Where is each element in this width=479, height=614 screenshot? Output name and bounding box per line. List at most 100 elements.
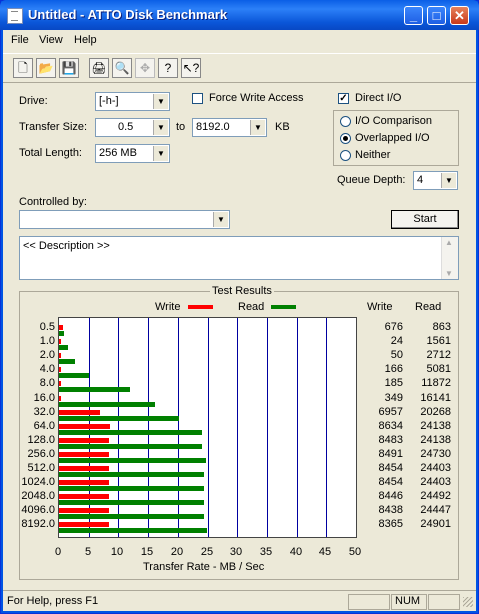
total-length-label: Total Length:: [19, 147, 82, 159]
read-bar: [59, 457, 206, 463]
description-text: << Description >>: [23, 240, 110, 252]
write-bar: [59, 437, 110, 443]
chevron-down-icon[interactable]: ▼: [441, 173, 456, 188]
chevron-down-icon[interactable]: ▼: [250, 120, 265, 135]
read-value: 1561: [426, 335, 451, 348]
overlapped-io-label: Overlapped I/O: [355, 132, 430, 144]
transfer-size-label: Transfer Size:: [19, 121, 88, 133]
start-button[interactable]: Start: [391, 210, 459, 229]
y-tick-label: 8.0: [39, 377, 55, 390]
save-icon[interactable]: 💾: [59, 58, 79, 78]
title-bar[interactable]: Untitled - ATTO Disk Benchmark _ □ ✕: [0, 0, 479, 30]
window-title: Untitled - ATTO Disk Benchmark: [28, 7, 228, 22]
queue-depth-value: 4: [417, 174, 424, 186]
y-tick-label: 1.0: [39, 335, 55, 348]
menu-file[interactable]: File: [11, 34, 29, 46]
new-file-icon[interactable]: 🗋: [13, 58, 33, 78]
x-tick-label: 45: [318, 546, 332, 558]
x-tick-label: 40: [289, 546, 303, 558]
read-column-header: Read: [415, 301, 442, 313]
write-bar: [59, 367, 61, 373]
write-value: 8483: [378, 433, 403, 446]
menu-bar: File View Help: [3, 31, 476, 51]
read-bar: [59, 528, 207, 534]
scroll-down-icon[interactable]: ▼: [445, 269, 453, 278]
overlapped-io-radio[interactable]: [340, 133, 351, 144]
app-icon: [7, 8, 23, 24]
transfer-from-select[interactable]: 0.5 ▼: [95, 118, 170, 137]
x-axis-title: Transfer Rate - MB / Sec: [143, 561, 265, 573]
scroll-up-icon[interactable]: ▲: [445, 238, 453, 247]
menu-help[interactable]: Help: [74, 34, 97, 46]
status-pane-1: [348, 594, 390, 610]
read-bar: [59, 514, 205, 520]
write-value: 8446: [378, 490, 403, 503]
grid-line: [237, 318, 238, 537]
print-icon[interactable]: 🖨: [89, 58, 109, 78]
total-length-value: 256 MB: [99, 147, 137, 159]
y-tick-label: 32.0: [33, 405, 55, 418]
status-num: NUM: [391, 594, 427, 610]
grid-line: [267, 318, 268, 537]
maximize-button[interactable]: □: [427, 6, 446, 25]
x-tick-label: 0: [54, 546, 62, 558]
write-value: 8365: [378, 518, 403, 531]
move-icon[interactable]: ✥: [135, 58, 155, 78]
y-tick-label: 0.5: [39, 321, 55, 333]
context-help-icon[interactable]: ↖?: [181, 58, 201, 78]
write-bar: [59, 381, 61, 387]
status-bar: For Help, press F1 NUM: [3, 590, 476, 612]
read-value: 24403: [420, 476, 451, 489]
drive-select[interactable]: [-h-] ▼: [95, 92, 170, 111]
direct-io-checkbox[interactable]: ✓: [338, 93, 349, 104]
read-value: 24138: [420, 433, 451, 446]
legend-read-label: Read: [238, 301, 265, 313]
x-tick-label: 10: [110, 546, 124, 558]
y-tick-label: 4096.0: [21, 504, 55, 517]
y-tick-label: 8192.0: [21, 518, 55, 531]
results-chart: [58, 317, 357, 538]
write-value: 24: [390, 335, 403, 348]
neither-radio[interactable]: [340, 150, 351, 161]
legend-read-swatch: [271, 305, 296, 309]
read-value: 24492: [420, 490, 451, 503]
write-bar: [59, 395, 62, 401]
chevron-down-icon[interactable]: ▼: [153, 120, 168, 135]
toolbar: 🗋 📂 💾 🖨 🔍 ✥ ? ↖?: [3, 53, 476, 83]
test-results-title: Test Results: [210, 285, 274, 297]
write-value: 8454: [378, 476, 403, 489]
transfer-to-select[interactable]: 8192.0 ▼: [192, 118, 267, 137]
read-value: 24901: [420, 518, 451, 531]
write-value: 8438: [378, 504, 403, 517]
help-icon[interactable]: ?: [158, 58, 178, 78]
controlled-by-select[interactable]: ▼: [19, 210, 230, 229]
minimize-button[interactable]: _: [404, 6, 423, 25]
io-comparison-radio[interactable]: [340, 116, 351, 127]
menu-view[interactable]: View: [39, 34, 63, 46]
description-scrollbar[interactable]: ▲ ▼: [441, 237, 458, 279]
write-bar: [59, 494, 110, 500]
queue-depth-select[interactable]: 4 ▼: [413, 171, 458, 190]
x-tick-label: 20: [170, 546, 184, 558]
chevron-down-icon[interactable]: ▼: [153, 94, 168, 109]
read-value: 2712: [426, 349, 451, 362]
y-tick-label: 256.0: [27, 447, 55, 460]
resize-grip-icon[interactable]: [463, 597, 473, 607]
write-value: 50: [390, 349, 403, 362]
open-folder-icon[interactable]: 📂: [36, 58, 56, 78]
chevron-down-icon[interactable]: ▼: [213, 212, 228, 227]
x-tick-label: 15: [140, 546, 154, 558]
print-preview-icon[interactable]: 🔍: [112, 58, 132, 78]
total-length-select[interactable]: 256 MB ▼: [95, 144, 170, 163]
close-button[interactable]: ✕: [450, 6, 469, 25]
chevron-down-icon[interactable]: ▼: [153, 146, 168, 161]
kb-label: KB: [275, 121, 290, 133]
description-field[interactable]: << Description >> ▲ ▼: [19, 236, 459, 280]
write-value: 8454: [378, 462, 403, 474]
legend-write-label: Write: [155, 301, 181, 313]
controlled-by-label: Controlled by:: [19, 196, 87, 208]
queue-depth-label: Queue Depth:: [337, 174, 406, 186]
force-write-checkbox[interactable]: [192, 93, 203, 104]
read-bar: [59, 415, 180, 421]
y-tick-label: 2048.0: [21, 490, 55, 503]
